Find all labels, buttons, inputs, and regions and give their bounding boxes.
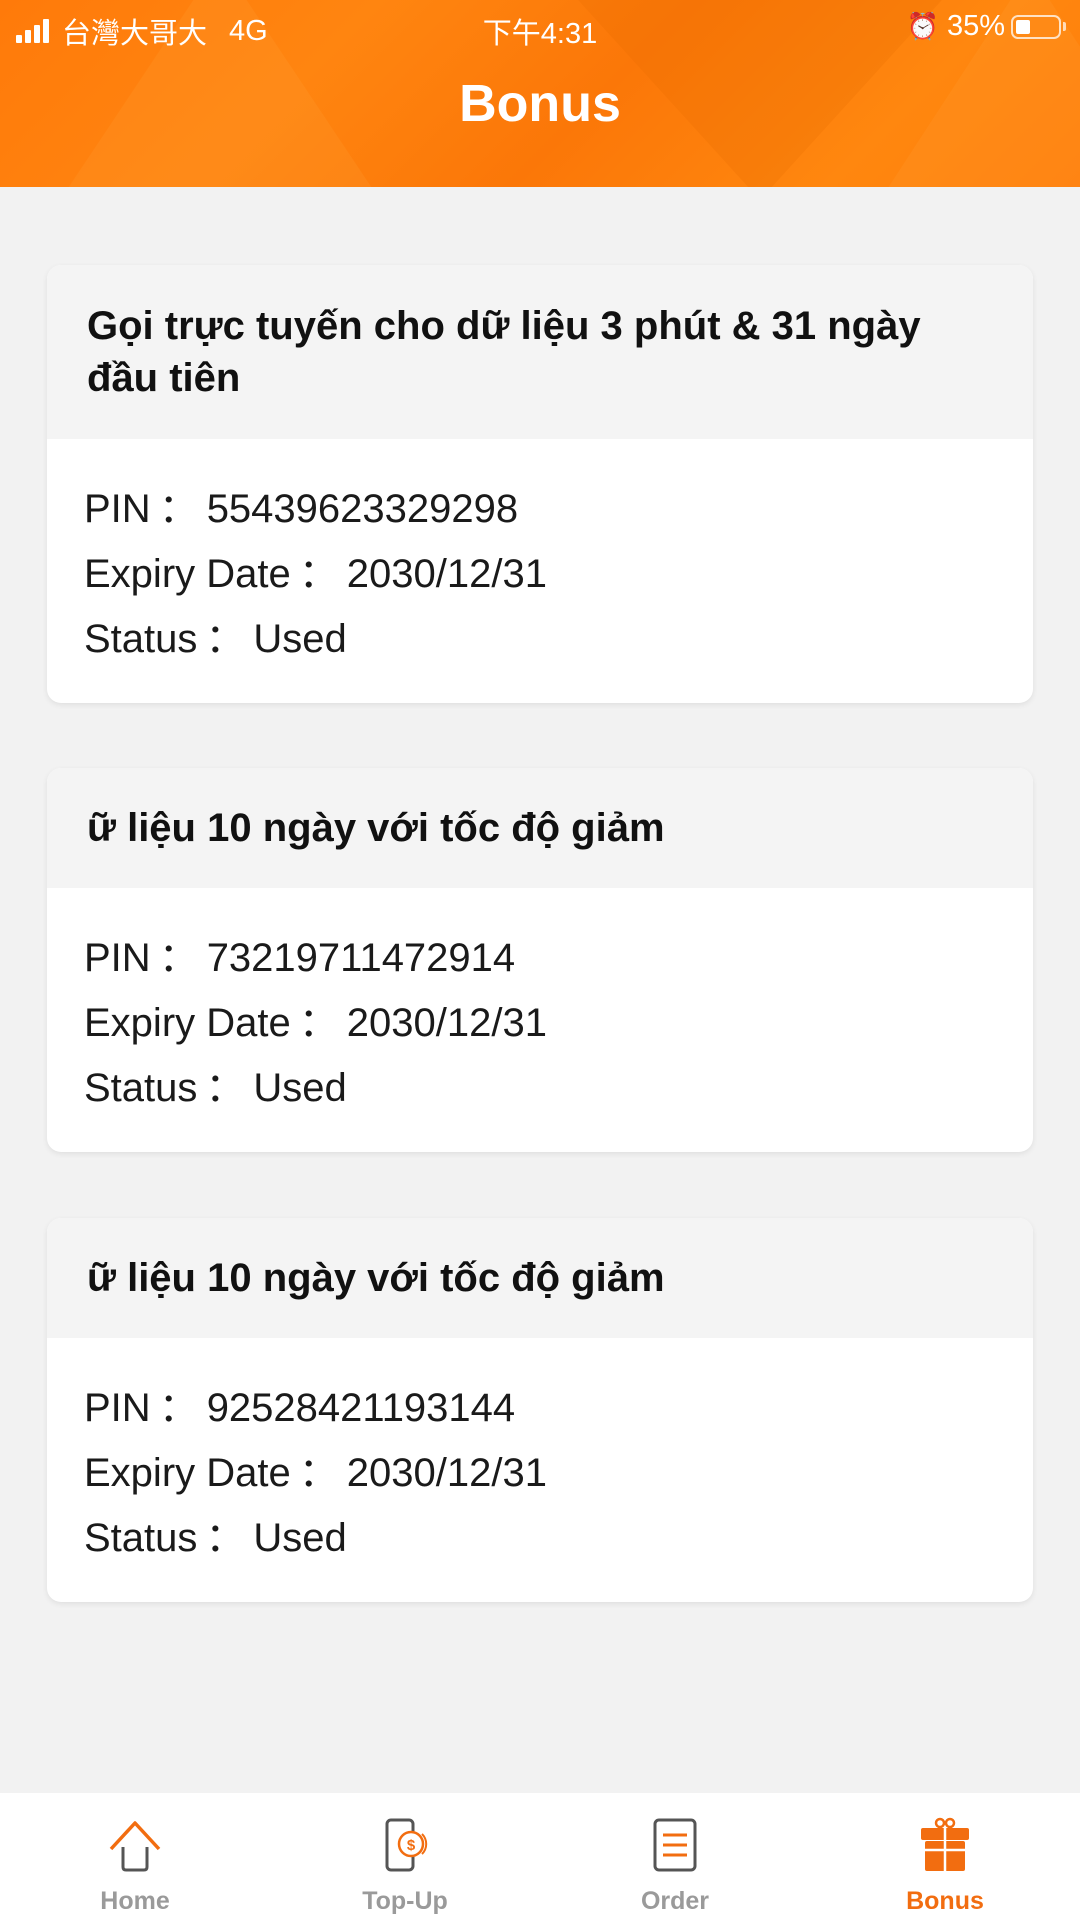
card-header: ữ liệu 10 ngày với tốc độ giảm	[47, 1218, 1033, 1338]
pin-row: PIN： 55439623329298	[84, 487, 519, 531]
order-list-icon	[653, 1818, 697, 1872]
pin-row: PIN： 73219711472914	[84, 936, 516, 980]
clock: 下午4:31	[482, 18, 598, 50]
battery-icon	[1011, 14, 1061, 39]
expiry-label: Expiry Date	[84, 1001, 291, 1045]
bonus-card[interactable]: ữ liệu 10 ngày với tốc độ giảm PIN： 73219…	[47, 768, 1033, 1152]
expiry-value: 2030/12/31	[346, 552, 547, 596]
tab-label: Home	[100, 1887, 170, 1915]
gift-icon	[921, 1817, 969, 1871]
header: 台灣大哥大 4G 下午4:31 ⏰ 35% Bonus	[0, 0, 1080, 187]
page-title: Bonus	[459, 75, 621, 133]
tab-label: Bonus	[906, 1887, 984, 1915]
card-title: ữ liệu 10 ngày với tốc độ giảm	[87, 806, 665, 850]
status-label: Status	[84, 1516, 198, 1560]
pin-label: PIN	[84, 1386, 151, 1430]
card-body: PIN： 92528421193144 Expiry Date： 2030/12/3…	[47, 1338, 1033, 1571]
card-title: ữ liệu 10 ngày với tốc độ giảm	[87, 1256, 665, 1300]
pin-label: PIN	[84, 487, 151, 531]
pin-row: PIN： 92528421193144	[84, 1386, 516, 1430]
tab-bonus[interactable]: Bonus	[810, 1793, 1080, 1920]
card-header: Gọi trực tuyến cho dữ liệu 3 phút & 31 n…	[47, 265, 1033, 439]
battery-percent: 35%	[946, 10, 1005, 42]
expiry-value: 2030/12/31	[346, 1451, 547, 1495]
tab-bar: Home $ Top-Up Order Bonus	[0, 1793, 1080, 1920]
status-value: Used	[253, 1516, 347, 1560]
expiry-label: Expiry Date	[84, 552, 291, 596]
phone-coin-icon: $	[385, 1818, 428, 1872]
card-body: PIN： 73219711472914 Expiry Date： 2030/12/3…	[47, 888, 1033, 1121]
card-header: ữ liệu 10 ngày với tốc độ giảm	[47, 768, 1033, 888]
pin-value: 92528421193144	[206, 1386, 516, 1430]
card-body: PIN： 55439623329298 Expiry Date： 2030/12/3…	[47, 439, 1033, 672]
bonus-card[interactable]: Gọi trực tuyến cho dữ liệu 3 phút & 31 n…	[47, 265, 1033, 703]
tab-label: Order	[640, 1887, 710, 1915]
status-label: Status	[84, 617, 198, 661]
status-value: Used	[253, 617, 347, 661]
status-row: Status： Used	[84, 1066, 347, 1110]
tab-order[interactable]: Order	[540, 1793, 810, 1920]
expiry-row: Expiry Date： 2030/12/31	[84, 1451, 547, 1495]
card-title: Gọi trực tuyến cho dữ liệu 3 phút & 31 n…	[87, 304, 921, 400]
bonus-card[interactable]: ữ liệu 10 ngày với tốc độ giảm PIN： 92528…	[47, 1218, 1033, 1602]
status-value: Used	[253, 1066, 347, 1110]
home-icon	[109, 1821, 161, 1872]
status-bar: 台灣大哥大 4G 下午4:31 ⏰ 35%	[0, 0, 1080, 54]
pin-value: 73219711472914	[206, 936, 516, 980]
battery-tip	[1063, 22, 1066, 31]
pin-value: 55439623329298	[206, 487, 519, 531]
status-row: Status： Used	[84, 1516, 347, 1560]
status-row: Status： Used	[84, 617, 347, 661]
expiry-row: Expiry Date： 2030/12/31	[84, 552, 547, 596]
svg-text:$: $	[407, 1837, 416, 1854]
expiry-row: Expiry Date： 2030/12/31	[84, 1001, 547, 1045]
alarm-clock-icon: ⏰	[906, 11, 939, 41]
tab-home[interactable]: Home	[0, 1793, 270, 1920]
expiry-label: Expiry Date	[84, 1451, 291, 1495]
pin-label: PIN	[84, 936, 151, 980]
status-label: Status	[84, 1066, 198, 1110]
expiry-value: 2030/12/31	[346, 1001, 547, 1045]
tab-label: Top-Up	[362, 1887, 448, 1915]
tab-top-up[interactable]: $ Top-Up	[270, 1793, 540, 1920]
